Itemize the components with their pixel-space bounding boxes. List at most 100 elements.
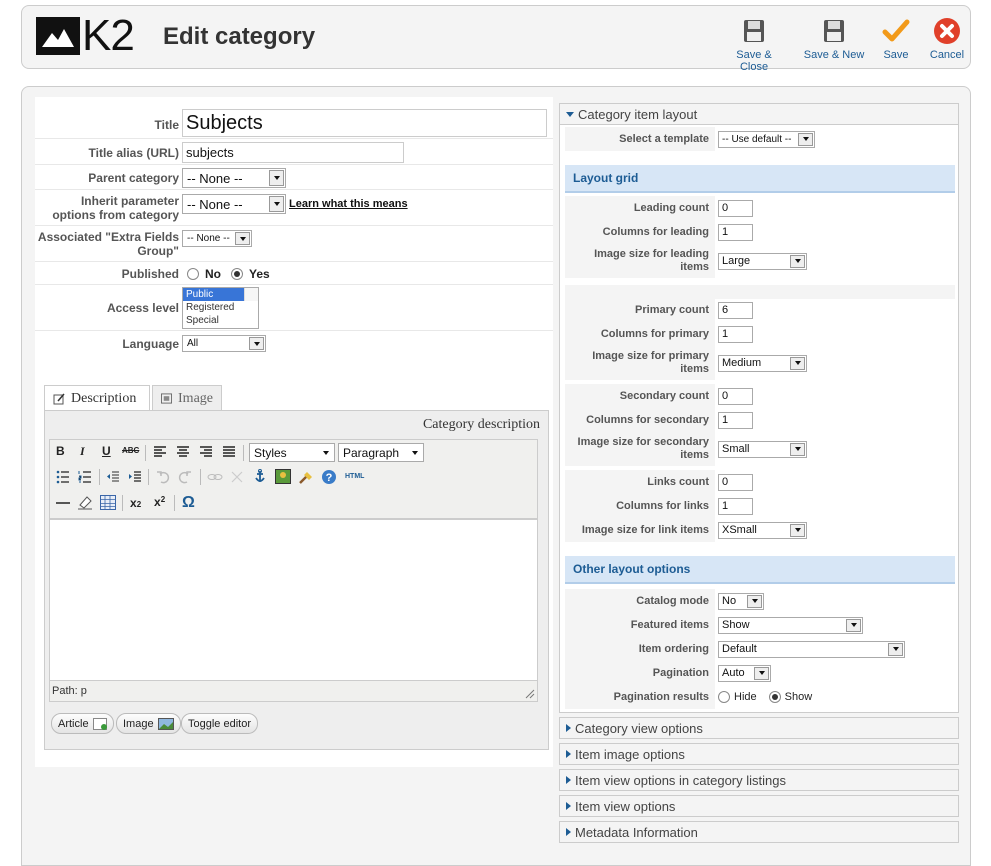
chevron-right-icon: [566, 828, 571, 836]
extra-fields-select[interactable]: -- None --: [182, 230, 252, 247]
image-button[interactable]: Image: [116, 713, 181, 734]
number-input[interactable]: 0: [718, 199, 753, 217]
save-close-button[interactable]: Save & Close: [722, 16, 786, 73]
item-view-options-header[interactable]: Item view options: [559, 795, 959, 817]
layout-option-select[interactable]: Default: [718, 640, 905, 658]
strikethrough-button[interactable]: ABC: [122, 446, 139, 455]
extra-fields-row: Associated "Extra Fields Group" -- None …: [35, 226, 553, 262]
bold-button[interactable]: B: [56, 444, 65, 458]
superscript-icon[interactable]: x2: [154, 495, 165, 509]
help-icon[interactable]: ?: [321, 469, 337, 485]
learn-more-link[interactable]: Learn what this means: [289, 198, 408, 210]
align-justify-icon[interactable]: [222, 446, 236, 458]
layout-option-select[interactable]: No: [718, 592, 764, 610]
number-input[interactable]: 6: [718, 301, 753, 319]
save-close-label: Save & Close: [736, 49, 772, 73]
italic-button[interactable]: I: [80, 444, 85, 459]
layout-option-select[interactable]: Show: [718, 616, 863, 634]
access-scrollbar[interactable]: [244, 288, 258, 301]
category-item-layout-title: Category item layout: [578, 106, 698, 122]
template-select[interactable]: -- Use default --: [718, 130, 815, 148]
number-input[interactable]: 0: [718, 473, 753, 491]
title-input[interactable]: Subjects: [182, 109, 547, 137]
category-view-options-header[interactable]: Category view options: [559, 717, 959, 739]
cleanup-icon[interactable]: [298, 469, 314, 485]
editor-content-area[interactable]: [49, 519, 538, 681]
image-size-select[interactable]: Medium: [718, 354, 807, 372]
subscript-icon[interactable]: x2: [130, 496, 141, 510]
parent-select[interactable]: -- None --: [182, 168, 286, 188]
styles-value: Styles: [254, 445, 287, 460]
item-view-options-listings-header[interactable]: Item view options in category listings: [559, 769, 959, 791]
tab-description-label: Description: [71, 390, 137, 406]
indent-icon[interactable]: [128, 470, 142, 484]
floppy-icon: [802, 16, 866, 46]
layout-option-select[interactable]: Auto: [718, 664, 771, 682]
cancel-button[interactable]: Cancel: [927, 16, 967, 61]
save-new-button[interactable]: Save & New: [802, 16, 866, 61]
image-size-select[interactable]: Large: [718, 252, 807, 270]
link-icon[interactable]: [207, 471, 223, 483]
image-button-label: Image: [123, 717, 154, 730]
redo-icon[interactable]: [178, 470, 192, 484]
undo-icon[interactable]: [156, 470, 170, 484]
inherit-select[interactable]: -- None --: [182, 194, 286, 214]
chevron-down-icon: [790, 442, 805, 456]
image-size-value: Large: [722, 254, 751, 267]
bullet-list-icon[interactable]: [56, 470, 70, 484]
numbered-list-icon[interactable]: [78, 470, 92, 484]
tab-image[interactable]: Image: [152, 385, 222, 411]
category-item-layout-header[interactable]: Category item layout: [559, 103, 959, 125]
metadata-information-header[interactable]: Metadata Information: [559, 821, 959, 843]
article-icon: [92, 717, 107, 730]
grid-row: Columns for leading 1: [565, 220, 955, 244]
outdent-icon[interactable]: [106, 470, 120, 484]
chevron-down-icon: [407, 445, 422, 460]
styles-select[interactable]: Styles: [249, 443, 335, 462]
language-row: Language All: [35, 331, 553, 355]
editor-path: Path: p: [49, 681, 538, 702]
save-button[interactable]: Save: [878, 16, 914, 61]
tab-description[interactable]: Description: [44, 385, 150, 411]
title-label: Title: [154, 118, 179, 132]
eraser-icon[interactable]: [77, 495, 93, 510]
pagination-hide-radio[interactable]: [718, 691, 730, 703]
unlink-icon[interactable]: [230, 470, 244, 484]
published-yes-radio[interactable]: [231, 268, 243, 280]
number-input[interactable]: 1: [718, 325, 753, 343]
align-center-icon[interactable]: [176, 446, 190, 458]
access-option-special[interactable]: Special: [183, 314, 258, 327]
html-source-button[interactable]: HTML: [345, 473, 364, 480]
chevron-down-icon: [754, 666, 769, 680]
editor-title: Category description: [422, 417, 540, 432]
toggle-editor-button[interactable]: Toggle editor: [181, 713, 258, 734]
underline-button[interactable]: U: [102, 444, 111, 458]
number-input[interactable]: 1: [718, 411, 753, 429]
special-char-button[interactable]: Ω: [182, 494, 195, 512]
table-icon[interactable]: [100, 495, 116, 510]
language-select[interactable]: All: [182, 335, 266, 352]
pagination-show-radio[interactable]: [768, 691, 781, 703]
align-right-icon[interactable]: [199, 446, 213, 458]
paragraph-select[interactable]: Paragraph: [338, 443, 424, 462]
number-input[interactable]: 1: [718, 223, 753, 241]
image-size-select[interactable]: Small: [718, 440, 807, 458]
number-input[interactable]: 1: [718, 497, 753, 515]
category-view-options-title: Category view options: [575, 720, 703, 736]
inherit-label: Inherit parameter options from category: [52, 194, 179, 222]
resize-handle-icon[interactable]: [525, 689, 535, 699]
alias-input[interactable]: subjects: [182, 142, 404, 163]
number-input[interactable]: 0: [718, 387, 753, 405]
anchor-icon[interactable]: [253, 469, 267, 485]
image-size-select[interactable]: XSmall: [718, 521, 807, 539]
item-image-options-header[interactable]: Item image options: [559, 743, 959, 765]
insert-image-icon[interactable]: [275, 469, 291, 484]
published-no-radio[interactable]: [187, 268, 199, 280]
grid-row-label: Columns for leading: [565, 220, 715, 244]
horizontal-rule-icon[interactable]: [55, 496, 71, 510]
align-left-icon[interactable]: [153, 446, 167, 458]
logo-text: K2: [82, 11, 135, 60]
article-button[interactable]: Article: [51, 713, 114, 734]
access-option-registered[interactable]: Registered: [183, 301, 258, 314]
access-listbox[interactable]: Public Registered Special: [182, 287, 259, 329]
